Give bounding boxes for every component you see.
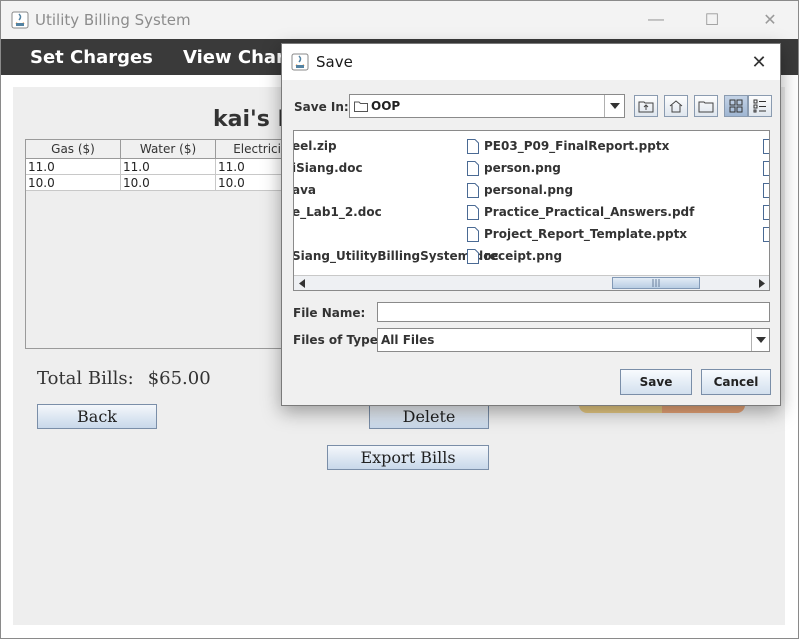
dropdown-arrow-icon[interactable] (751, 329, 769, 351)
document-icon (467, 182, 479, 198)
export-bills-button[interactable]: Export Bills (327, 445, 489, 470)
file-name-input[interactable] (377, 302, 770, 322)
maximize-button[interactable]: ☐ (689, 1, 735, 39)
file-item-label: personal.png (484, 183, 574, 197)
file-item[interactable]: PE03_P09_FinalReport.pptx (467, 135, 694, 157)
dialog-title-bar: Save ✕ (282, 44, 780, 80)
files-of-type-label: Files of Type: (293, 333, 383, 347)
file-item-label: iSiang.doc (293, 161, 363, 175)
list-view-icon (729, 99, 743, 113)
dropdown-arrow-icon[interactable] (604, 95, 624, 117)
file-item-label: Practice_Practical_Answers.pdf (484, 205, 695, 219)
close-button[interactable]: ✕ (747, 1, 793, 39)
document-icon (467, 160, 479, 176)
home-icon (669, 100, 683, 113)
file-item-label: PE03_P09_FinalReport.pptx (484, 139, 670, 153)
cancel-button[interactable]: Cancel (701, 369, 771, 395)
minimize-button[interactable]: — (633, 1, 679, 39)
save-in-combo[interactable]: OOP (349, 94, 625, 118)
minimize-icon: — (648, 11, 664, 28)
close-icon: ✕ (751, 52, 767, 72)
list-view-button[interactable] (724, 95, 748, 117)
arrow-left-icon (298, 278, 305, 288)
file-item-label: e_Lab1_2.doc (293, 205, 382, 219)
scroll-right-button[interactable] (754, 276, 769, 290)
file-item-label: Project_Report_Template.pptx (484, 227, 688, 241)
file-item[interactable] (763, 201, 769, 223)
file-item[interactable]: receipt.png (467, 245, 694, 267)
scroll-left-button[interactable] (294, 276, 309, 290)
new-folder-icon (698, 101, 714, 113)
file-item-label: eel.zip (293, 139, 337, 153)
java-app-icon (11, 11, 29, 29)
save-in-value: OOP (371, 99, 401, 113)
folder-icon (354, 101, 368, 112)
new-folder-button[interactable] (694, 95, 718, 117)
file-list[interactable]: eel.zip iSiang.doc ava e_Lab1_2.doc Sian… (293, 130, 770, 291)
file-item[interactable]: Practice_Practical_Answers.pdf (467, 201, 694, 223)
column-header-gas[interactable]: Gas ($) (26, 140, 121, 159)
dialog-close-button[interactable]: ✕ (746, 50, 772, 74)
table-row[interactable]: 10.0 10.0 10.0 (26, 175, 311, 191)
delete-button[interactable]: Delete (369, 404, 489, 429)
file-item[interactable] (763, 157, 769, 179)
save-button[interactable]: Save (620, 369, 692, 395)
bills-table: Gas ($) Water ($) Electricity 11.0 11.0 … (25, 139, 315, 349)
close-icon: ✕ (763, 12, 777, 29)
file-item-label: person.png (484, 161, 561, 175)
document-icon (763, 138, 769, 154)
file-item-label: ava (293, 183, 317, 197)
table-cell: 10.0 (26, 175, 121, 191)
horizontal-scrollbar[interactable] (294, 275, 769, 290)
column-header-water[interactable]: Water ($) (121, 140, 216, 159)
table-header: Gas ($) Water ($) Electricity (26, 140, 311, 159)
document-icon (467, 138, 479, 154)
save-dialog: Save ✕ Save In: OOP eel.zip iSiang.doc a… (281, 43, 781, 406)
file-item-label: receipt.png (484, 249, 563, 263)
document-icon (763, 160, 769, 176)
total-bills: Total Bills: $65.00 (37, 368, 211, 389)
arrow-right-icon (758, 278, 765, 288)
up-one-level-button[interactable] (634, 95, 658, 117)
file-item[interactable]: personal.png (467, 179, 694, 201)
up-folder-icon (638, 101, 654, 113)
file-name-label: File Name: (293, 306, 366, 320)
menu-set-charges[interactable]: Set Charges (30, 47, 153, 68)
table-cell: 10.0 (121, 175, 216, 191)
dialog-title: Save (316, 53, 353, 71)
files-of-type-combo[interactable]: All Files (377, 328, 770, 352)
document-icon (763, 204, 769, 220)
total-bills-label: Total Bills: (37, 368, 134, 389)
file-item[interactable] (763, 223, 769, 245)
decorative-panel (579, 405, 745, 413)
document-icon (467, 248, 479, 264)
table-cell: 11.0 (121, 159, 216, 175)
file-item[interactable] (763, 135, 769, 157)
java-app-icon (291, 53, 309, 71)
document-icon (467, 204, 479, 220)
table-row[interactable]: 11.0 11.0 11.0 (26, 159, 311, 175)
document-icon (763, 226, 769, 242)
document-icon (763, 182, 769, 198)
title-bar: Utility Billing System — ☐ ✕ (1, 1, 798, 39)
maximize-icon: ☐ (704, 12, 720, 29)
file-item[interactable] (763, 179, 769, 201)
file-column (763, 135, 769, 245)
table-cell: 11.0 (26, 159, 121, 175)
file-item[interactable]: Project_Report_Template.pptx (467, 223, 694, 245)
total-bills-value: $65.00 (147, 368, 211, 389)
window-title: Utility Billing System (35, 11, 191, 29)
grip-icon (652, 279, 660, 287)
file-column: PE03_P09_FinalReport.pptx person.png per… (467, 135, 694, 267)
file-item[interactable]: person.png (467, 157, 694, 179)
scrollbar-thumb[interactable] (612, 277, 700, 289)
details-view-button[interactable] (748, 95, 772, 117)
document-icon (467, 226, 479, 242)
save-in-label: Save In: (294, 100, 349, 114)
details-view-icon (753, 99, 766, 113)
files-of-type-value: All Files (381, 333, 435, 347)
home-button[interactable] (664, 95, 688, 117)
back-button[interactable]: Back (37, 404, 157, 429)
